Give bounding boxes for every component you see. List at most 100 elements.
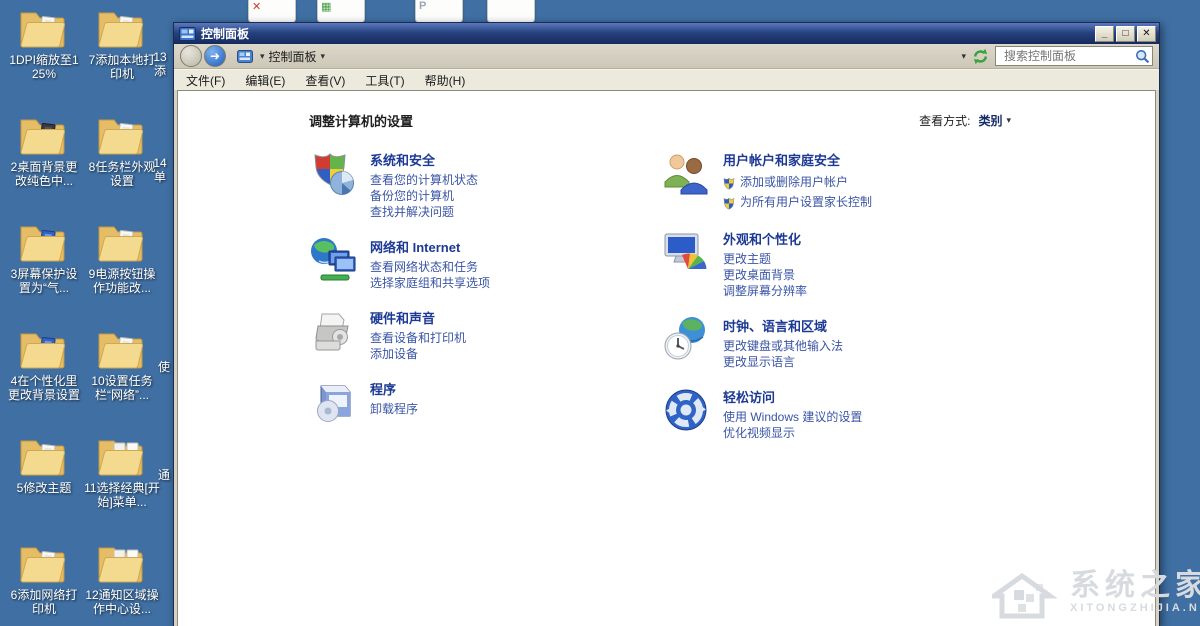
category-body: 轻松访问 使用 Windows 建议的设置优化视频显示	[723, 386, 862, 441]
desktop-icon[interactable]: 5修改主题	[6, 434, 82, 541]
breadcrumb-dropdown-icon[interactable]: ▾	[260, 51, 265, 62]
search-icon[interactable]	[1135, 49, 1150, 64]
control-panel-window: 控制面板 _ □ ✕ ➜ ▾ 控制面板 ▾ ▾	[173, 22, 1160, 626]
close-button[interactable]: ✕	[1137, 26, 1156, 42]
category-task-link[interactable]: 添加设备	[370, 346, 466, 362]
desktop-icon-label: 4在个性化里更改背景设置	[6, 374, 82, 402]
desktop-icon[interactable]: 11选择经典[开始]菜单...	[84, 434, 160, 541]
category-icon[interactable]	[309, 378, 357, 426]
category-task-link[interactable]: 更改显示语言	[723, 354, 843, 370]
clipped-file-icon[interactable]: ▦	[317, 0, 365, 23]
forward-button[interactable]: ➜	[204, 45, 226, 67]
desktop-icon[interactable]: 12通知区域操作中心设...	[84, 541, 160, 626]
menu-item[interactable]: 编辑(E)	[245, 72, 285, 89]
category-task-link[interactable]: 优化视频显示	[723, 425, 862, 441]
desktop-icon-label: 5修改主题	[17, 481, 72, 495]
category-title-link[interactable]: 硬件和声音	[370, 308, 466, 327]
category-column-right: 用户帐户和家庭安全 添加或删除用户帐户为所有用户设置家长控制 外观和个性化 更改…	[662, 149, 1125, 457]
clipped-file-icon[interactable]	[487, 0, 535, 23]
category-icon[interactable]	[662, 228, 710, 276]
search-box	[995, 46, 1153, 66]
desktop-icon[interactable]: 2桌面背景更改纯色中...	[6, 113, 82, 220]
category-task-link[interactable]: 更改主题	[723, 251, 807, 267]
folder-icon	[18, 220, 70, 266]
category-icon[interactable]	[662, 386, 710, 434]
category-icon[interactable]	[309, 307, 357, 355]
desktop-icon-label: 1DPI缩放至125%	[6, 53, 82, 81]
desktop-icon[interactable]: 4在个性化里更改背景设置	[6, 327, 82, 434]
desktop-icon-label: 10设置任务栏“网络”...	[84, 374, 160, 402]
menu-item[interactable]: 工具(T)	[365, 72, 404, 89]
category-section: 硬件和声音 查看设备和打印机添加设备	[309, 307, 662, 362]
address-dropdown-icon[interactable]: ▾	[961, 51, 966, 62]
category-task-link[interactable]: 添加或删除用户帐户	[723, 172, 872, 192]
desktop-icon-label: 11选择经典[开始]菜单...	[84, 481, 160, 509]
category-section: 系统和安全 查看您的计算机状态备份您的计算机查找并解决问题	[309, 149, 662, 220]
breadcrumb-location[interactable]: 控制面板	[269, 48, 317, 65]
minimize-button[interactable]: _	[1095, 26, 1114, 42]
category-title-link[interactable]: 轻松访问	[723, 387, 862, 406]
back-button[interactable]	[180, 45, 202, 67]
category-title-link[interactable]: 程序	[370, 379, 418, 398]
breadcrumb-chevron-icon[interactable]: ▾	[321, 51, 326, 62]
category-task-link[interactable]: 为所有用户设置家长控制	[723, 192, 872, 212]
task-link-label: 调整屏幕分辨率	[723, 284, 807, 298]
maximize-button[interactable]: □	[1116, 26, 1135, 42]
menu-bar: 文件(F) 编辑(E) 查看(V) 工具(T) 帮助(H)	[174, 69, 1159, 90]
desktop-icons-col1: 1DPI缩放至125% 2桌面背景更改纯色中... 3屏幕保护设置为“气... …	[6, 6, 82, 626]
category-title-link[interactable]: 外观和个性化	[723, 229, 807, 248]
desktop-icon[interactable]: 9电源按钮操作功能改...	[84, 220, 160, 327]
category-task-link[interactable]: 查找并解决问题	[370, 204, 478, 220]
view-by-caret-icon: ▾	[1006, 115, 1011, 126]
search-input[interactable]	[1002, 48, 1135, 64]
clipped-desktop-label: 14 单	[146, 156, 174, 184]
desktop-icon[interactable]: 6添加网络打印机	[6, 541, 82, 626]
desktop-icon[interactable]: 3屏幕保护设置为“气...	[6, 220, 82, 327]
category-title-link[interactable]: 系统和安全	[370, 150, 478, 169]
breadcrumb[interactable]: ▾ 控制面板 ▾	[234, 48, 329, 65]
menu-item[interactable]: 查看(V)	[305, 72, 345, 89]
desktop-icon-label: 6添加网络打印机	[6, 588, 82, 616]
refresh-icon[interactable]	[972, 48, 989, 65]
window-titlebar[interactable]: 控制面板 _ □ ✕	[174, 23, 1159, 44]
category-task-link[interactable]: 使用 Windows 建议的设置	[723, 409, 862, 425]
category-title-link[interactable]: 网络和 Internet	[370, 237, 490, 256]
category-icon[interactable]	[309, 236, 357, 284]
category-title-link[interactable]: 时钟、语言和区域	[723, 316, 843, 335]
menu-item[interactable]: 文件(F)	[186, 72, 225, 89]
category-task-link[interactable]: 更改桌面背景	[723, 267, 807, 283]
folder-icon	[96, 541, 148, 587]
clipped-file-icon[interactable]: P	[415, 0, 463, 23]
category-icon[interactable]	[309, 149, 357, 197]
desktop-icon[interactable]: 10设置任务栏“网络”...	[84, 327, 160, 434]
clipped-file-icon[interactable]: ✕	[248, 0, 296, 23]
category-task-link[interactable]: 调整屏幕分辨率	[723, 283, 807, 299]
category-grid: 系统和安全 查看您的计算机状态备份您的计算机查找并解决问题 网络和 Intern…	[309, 149, 1125, 457]
category-task-link[interactable]: 卸载程序	[370, 401, 418, 417]
category-task-link[interactable]: 更改键盘或其他输入法	[723, 338, 843, 354]
category-body: 时钟、语言和区域 更改键盘或其他输入法更改显示语言	[723, 315, 843, 370]
category-body: 外观和个性化 更改主题更改桌面背景调整屏幕分辨率	[723, 228, 807, 299]
view-by-dropdown[interactable]: 类别 ▾	[978, 112, 1015, 129]
category-body: 程序 卸载程序	[370, 378, 418, 426]
category-body: 网络和 Internet 查看网络状态和任务选择家庭组和共享选项	[370, 236, 490, 291]
category-task-link[interactable]: 查看网络状态和任务	[370, 259, 490, 275]
category-icon[interactable]	[662, 149, 710, 197]
task-link-label: 选择家庭组和共享选项	[370, 276, 490, 290]
category-body: 硬件和声音 查看设备和打印机添加设备	[370, 307, 466, 362]
task-link-label: 查看设备和打印机	[370, 331, 466, 345]
category-task-link[interactable]: 备份您的计算机	[370, 188, 478, 204]
category-icon[interactable]	[662, 315, 710, 363]
folder-icon	[96, 6, 148, 52]
uac-shield-icon	[723, 196, 735, 209]
folder-icon	[18, 113, 70, 159]
desktop-icon[interactable]: 1DPI缩放至125%	[6, 6, 82, 113]
category-task-link[interactable]: 查看设备和打印机	[370, 330, 466, 346]
task-link-label: 更改显示语言	[723, 355, 795, 369]
category-task-link[interactable]: 查看您的计算机状态	[370, 172, 478, 188]
category-title-link[interactable]: 用户帐户和家庭安全	[723, 150, 872, 169]
category-task-links: 查看您的计算机状态备份您的计算机查找并解决问题	[370, 172, 478, 220]
view-by-control: 查看方式: 类别 ▾	[919, 112, 1015, 129]
category-task-link[interactable]: 选择家庭组和共享选项	[370, 275, 490, 291]
menu-item[interactable]: 帮助(H)	[425, 72, 466, 89]
